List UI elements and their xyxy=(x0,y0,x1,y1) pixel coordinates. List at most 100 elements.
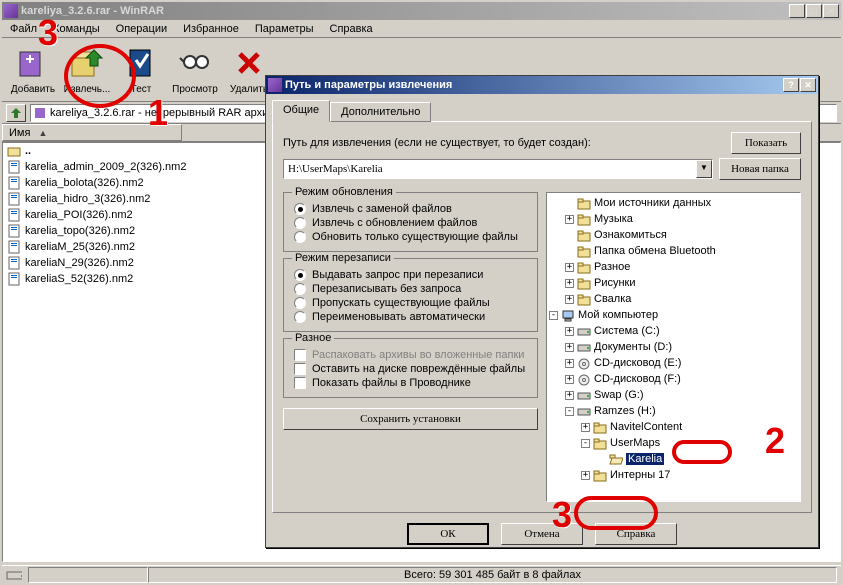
tree-row[interactable]: - UserMaps xyxy=(549,435,798,451)
tree-expand-icon[interactable]: + xyxy=(565,343,574,352)
tree-row[interactable]: +NavitelContent xyxy=(549,419,798,435)
tree-row[interactable]: +Система (C:) xyxy=(549,323,798,339)
folder-open-icon xyxy=(609,453,623,466)
radio-freshen[interactable] xyxy=(294,231,306,243)
dialog-title: Путь и параметры извлечения xyxy=(285,79,783,91)
menu-commands[interactable]: Команды xyxy=(45,21,108,37)
file-icon xyxy=(7,208,21,222)
menu-operations[interactable]: Операции xyxy=(108,21,175,37)
cancel-button[interactable]: Отмена xyxy=(501,523,583,545)
cd-icon xyxy=(577,357,591,370)
check-keep-broken[interactable] xyxy=(294,363,306,375)
tree-label: Документы (D:) xyxy=(594,341,672,353)
tree-label: Ramzes (H:) xyxy=(594,405,656,417)
tree-expand-icon[interactable]: + xyxy=(565,279,574,288)
file-name: kareliaS_52(326).nm2 xyxy=(25,273,133,285)
path-input[interactable] xyxy=(284,163,696,175)
dialog-close-button[interactable]: ✕ xyxy=(800,78,816,92)
combo-dropdown-button[interactable]: ▼ xyxy=(696,160,712,178)
save-settings-button[interactable]: Сохранить установки xyxy=(283,408,538,430)
toolbar-test[interactable]: Тест xyxy=(114,40,168,100)
check-show-explorer[interactable] xyxy=(294,377,306,389)
tree-label: Мой компьютер xyxy=(578,309,658,321)
menu-options[interactable]: Параметры xyxy=(247,21,322,37)
file-name: karelia_hidro_3(326).nm2 xyxy=(25,193,150,205)
tree-collapse-icon[interactable]: - xyxy=(549,311,558,320)
close-button[interactable]: ✕ xyxy=(823,4,839,18)
tree-collapse-icon[interactable]: - xyxy=(565,407,574,416)
tree-label: Мои источники данных xyxy=(594,197,711,209)
tree-row[interactable]: +Разное xyxy=(549,259,798,275)
menu-file[interactable]: Файл xyxy=(2,21,45,37)
winrar-icon xyxy=(4,4,18,18)
tab-advanced[interactable]: Дополнительно xyxy=(330,102,431,122)
file-icon xyxy=(7,224,21,238)
address-text: kareliya_3.2.6.rar - непрерывный RAR арх… xyxy=(50,107,274,119)
toolbar-view[interactable]: Просмотр xyxy=(168,40,222,100)
column-name[interactable]: Имя ▲ xyxy=(2,124,182,141)
sort-asc-icon: ▲ xyxy=(38,128,47,138)
tree-expand-icon[interactable]: + xyxy=(565,327,574,336)
tree-row[interactable]: + CD-дисковод (E:) xyxy=(549,355,798,371)
path-combo[interactable]: ▼ xyxy=(283,159,713,179)
radio-overwrite[interactable] xyxy=(294,283,306,295)
radio-extract-update[interactable] xyxy=(294,217,306,229)
tab-panel-general: Путь для извлечения (если не существует,… xyxy=(272,121,812,513)
computer-icon xyxy=(561,309,575,322)
tree-label: Музыка xyxy=(594,213,633,225)
file-name: .. xyxy=(25,145,31,157)
tree-label: CD-дисковод (E:) xyxy=(594,357,681,369)
tree-expand-icon[interactable]: + xyxy=(565,295,574,304)
tree-row[interactable]: Karelia xyxy=(549,451,798,467)
radio-skip[interactable] xyxy=(294,297,306,309)
toolbar-extract[interactable]: Извлечь... xyxy=(60,40,114,100)
up-button[interactable] xyxy=(6,104,26,122)
radio-extract-replace[interactable] xyxy=(294,203,306,215)
tree-expand-icon[interactable]: + xyxy=(565,375,574,384)
tree-expand-icon[interactable]: + xyxy=(565,215,574,224)
radio-ask[interactable] xyxy=(294,269,306,281)
tree-row[interactable]: +Свалка xyxy=(549,291,798,307)
tree-row[interactable]: Ознакомиться xyxy=(549,227,798,243)
toolbar-add[interactable]: Добавить xyxy=(6,40,60,100)
tree-row[interactable]: +Интерны 17 xyxy=(549,467,798,483)
tree-row[interactable]: + Документы (D:) xyxy=(549,339,798,355)
file-name: karelia_POI(326).nm2 xyxy=(25,209,133,221)
check-subfolders[interactable] xyxy=(294,349,306,361)
file-name: karelia_admin_2009_2(326).nm2 xyxy=(25,161,186,173)
tree-label: UserMaps xyxy=(610,437,660,449)
new-folder-button[interactable]: Новая папка xyxy=(719,158,801,180)
folder-tree[interactable]: Мои источники данных + Музыка ОзнакомитьсяП… xyxy=(546,192,801,502)
test-icon xyxy=(122,44,160,82)
tree-row[interactable]: Папка обмена Bluetooth xyxy=(549,243,798,259)
minimize-button[interactable]: _ xyxy=(789,4,805,18)
tree-expand-icon[interactable]: + xyxy=(565,359,574,368)
maximize-button[interactable]: □ xyxy=(806,4,822,18)
tree-row[interactable]: +CD-дисковод (F:) xyxy=(549,371,798,387)
tree-label: Karelia xyxy=(626,453,664,465)
tree-collapse-icon[interactable]: - xyxy=(581,439,590,448)
view-icon xyxy=(176,44,214,82)
tree-row[interactable]: +Swap (G:) xyxy=(549,387,798,403)
tree-row[interactable]: + Рисунки xyxy=(549,275,798,291)
extract-dialog: Путь и параметры извлечения ? ✕ Общие До… xyxy=(265,75,819,548)
tree-expand-icon[interactable]: + xyxy=(565,391,574,400)
dialog-help-button[interactable]: ? xyxy=(783,78,799,92)
radio-rename[interactable] xyxy=(294,311,306,323)
tab-general[interactable]: Общие xyxy=(272,100,330,122)
file-name: karelia_bolota(326).nm2 xyxy=(25,177,144,189)
tree-row[interactable]: - Мой компьютер xyxy=(549,307,798,323)
menu-favorites[interactable]: Избранное xyxy=(175,21,247,37)
menu-help[interactable]: Справка xyxy=(322,21,381,37)
help-button[interactable]: Справка xyxy=(595,523,677,545)
tree-row[interactable]: Мои источники данных xyxy=(549,195,798,211)
tree-row[interactable]: + Музыка xyxy=(549,211,798,227)
tree-expand-icon[interactable]: + xyxy=(565,263,574,272)
tree-expand-icon[interactable]: + xyxy=(581,423,590,432)
tree-label: Рисунки xyxy=(594,277,636,289)
tree-row[interactable]: - Ramzes (H:) xyxy=(549,403,798,419)
ok-button[interactable]: ОК xyxy=(407,523,489,545)
tree-expand-icon[interactable]: + xyxy=(581,471,590,480)
show-button[interactable]: Показать xyxy=(731,132,801,154)
extract-icon xyxy=(68,44,106,82)
